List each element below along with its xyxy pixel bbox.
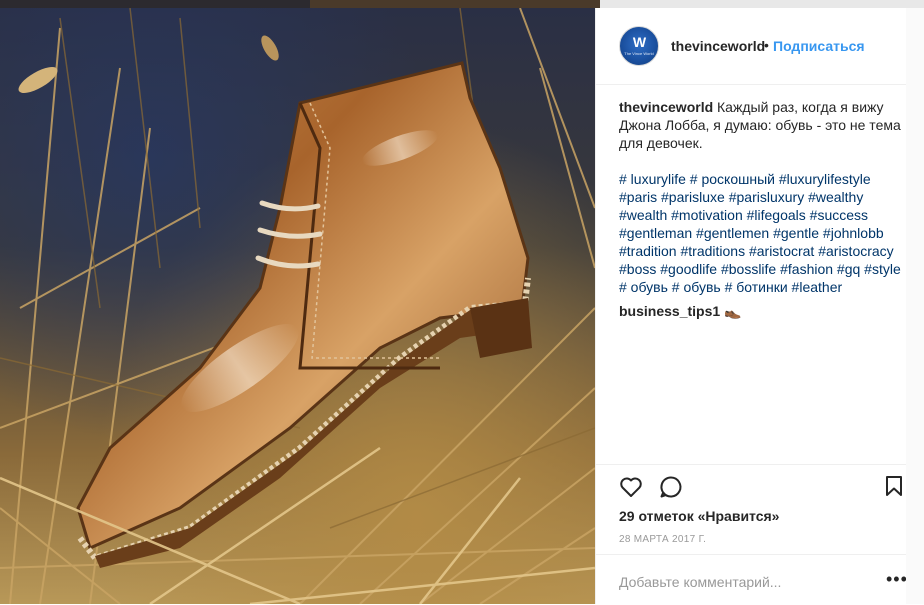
hashtags[interactable]: # luxurylife # роскошный #luxurylifestyl… [619,170,904,296]
post-date: 28 МАРТА 2017 Г. [619,534,707,545]
add-comment-bar: ••• [596,554,907,605]
avatar-small-text: The Vince World [624,51,654,56]
post-photo[interactable] [0,8,595,604]
comment-text: 👞 [724,303,742,319]
follow-button[interactable]: Подписаться [773,38,865,54]
strip-thumb [310,0,600,8]
page-right-margin [906,8,924,604]
likes-count[interactable]: 29 отметок «Нравится» [619,508,779,524]
shoe-image [0,8,595,604]
strip-thumb [600,0,924,8]
actions-divider [596,464,907,466]
avatar-monogram: W [632,34,646,50]
post-header: W The Vince World thevinceworld • Подпис… [596,8,907,85]
strip-thumb [0,0,310,8]
post-caption: thevinceworld Каждый раз, когда я вижу Д… [619,98,902,152]
separator-dot: • [764,37,769,53]
comment-username-link[interactable]: business_tips1 [619,303,720,319]
post-side-panel: W The Vince World thevinceworld • Подпис… [595,8,907,604]
avatar[interactable]: W The Vince World [619,26,659,66]
bookmark-icon[interactable] [885,475,903,502]
top-strip [0,0,924,8]
caption-username-link[interactable]: thevinceworld [619,99,713,115]
comment: business_tips1 👞 [619,302,741,320]
heart-icon[interactable] [619,476,643,503]
username-link[interactable]: thevinceworld [671,38,765,54]
more-options-icon[interactable]: ••• [886,570,908,588]
comment-icon[interactable] [659,475,683,504]
add-comment-input[interactable] [619,573,869,591]
